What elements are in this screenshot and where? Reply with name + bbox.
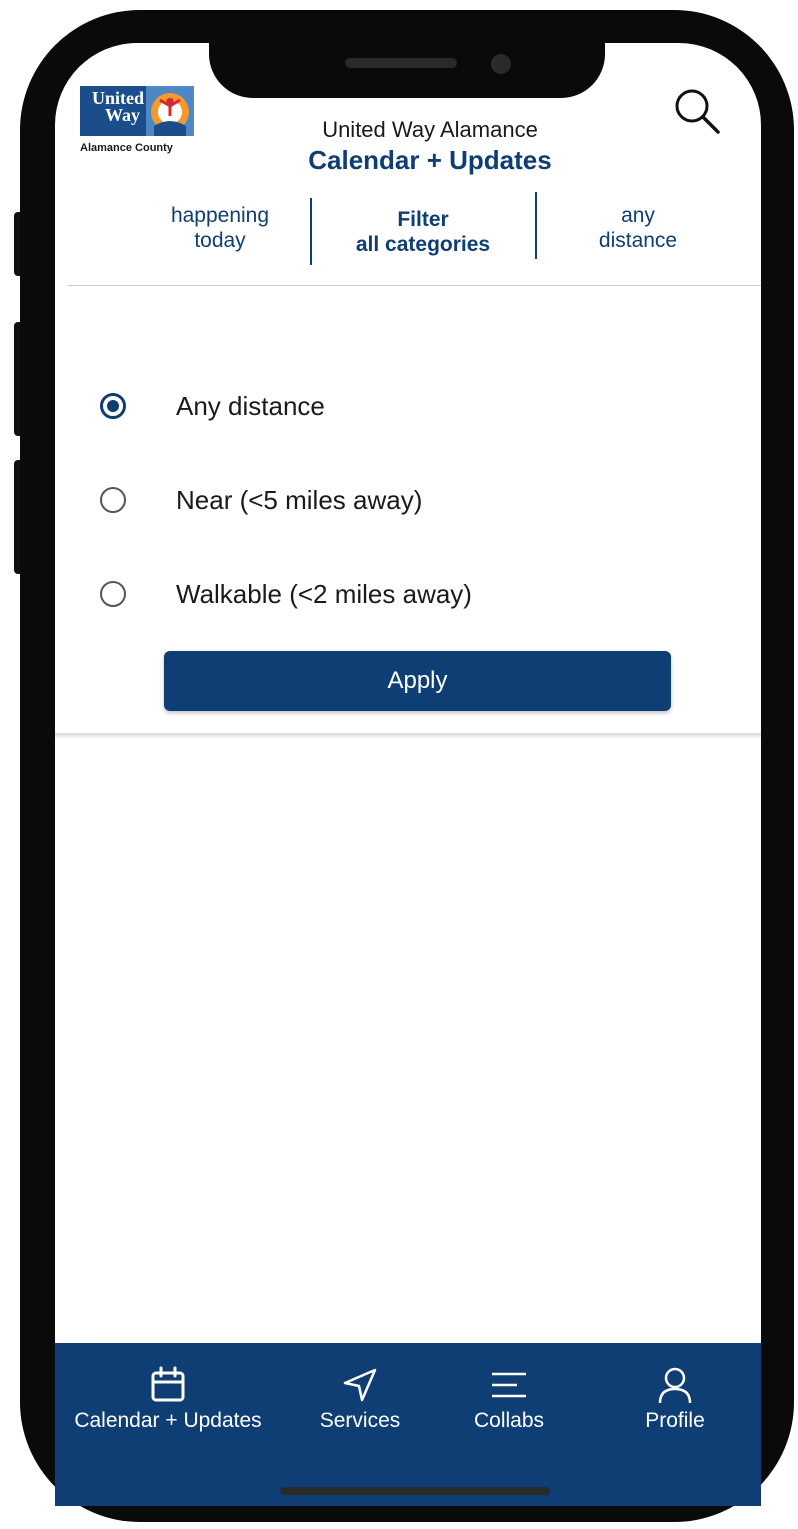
tab-filter-line-2: all categories <box>355 233 491 256</box>
nav-label: Collabs <box>473 1409 545 1432</box>
org-name: United Way Alamance <box>322 117 538 142</box>
option-label: Walkable (<2 miles away) <box>176 578 472 609</box>
tab-happening-today[interactable]: happening today <box>150 203 290 253</box>
front-camera <box>491 54 511 74</box>
nav-label: Calendar + Updates <box>74 1409 262 1432</box>
option-label: Near (<5 miles away) <box>176 484 423 515</box>
tab-filter-line-1: Filter <box>397 208 449 231</box>
nav-profile[interactable]: Profile <box>625 1365 725 1433</box>
navigation-arrow-icon <box>300 1365 420 1405</box>
option-any-distance[interactable]: Any distance <box>100 388 325 424</box>
header-divider <box>68 285 761 286</box>
search-icon[interactable] <box>672 86 722 136</box>
logo-subtitle: Alamance County <box>80 142 173 154</box>
tab-any-distance[interactable]: any distance <box>570 203 706 253</box>
person-icon <box>625 1365 725 1405</box>
speaker <box>345 58 457 68</box>
logo-wordmark: United Way <box>80 86 146 136</box>
nav-calendar-updates[interactable]: Calendar + Updates <box>60 1365 276 1433</box>
notch <box>209 12 605 98</box>
tab-distance-line-2: distance <box>598 229 678 252</box>
menu-lines-icon <box>450 1365 568 1405</box>
option-label: Any distance <box>176 390 325 421</box>
radio-selected-icon[interactable] <box>100 393 126 419</box>
nav-collabs[interactable]: Collabs <box>450 1365 568 1433</box>
tab-today-line-2: today <box>194 229 246 252</box>
radio-unselected-icon[interactable] <box>100 581 126 607</box>
radio-unselected-icon[interactable] <box>100 487 126 513</box>
apply-button[interactable]: Apply <box>164 651 671 711</box>
tab-divider <box>310 198 312 265</box>
tab-distance-line-1: any <box>621 204 655 227</box>
home-indicator[interactable] <box>280 1487 550 1495</box>
option-near[interactable]: Near (<5 miles away) <box>100 482 422 518</box>
logo-line-2: Way <box>104 105 140 125</box>
phone-screen <box>55 43 761 1506</box>
tab-divider <box>535 192 537 259</box>
tab-filter-categories[interactable]: Filter all categories <box>335 207 511 257</box>
logo-emblem-icon <box>146 86 194 136</box>
nav-label: Services <box>319 1409 401 1432</box>
nav-services[interactable]: Services <box>300 1365 420 1433</box>
tab-today-line-1: happening <box>170 204 270 227</box>
filter-panel-shadow <box>55 733 761 739</box>
nav-label: Profile <box>645 1409 705 1432</box>
page-title: Calendar + Updates <box>308 145 552 175</box>
option-walkable[interactable]: Walkable (<2 miles away) <box>100 576 472 612</box>
united-way-logo[interactable]: United Way <box>80 86 194 136</box>
calendar-icon <box>60 1365 276 1405</box>
